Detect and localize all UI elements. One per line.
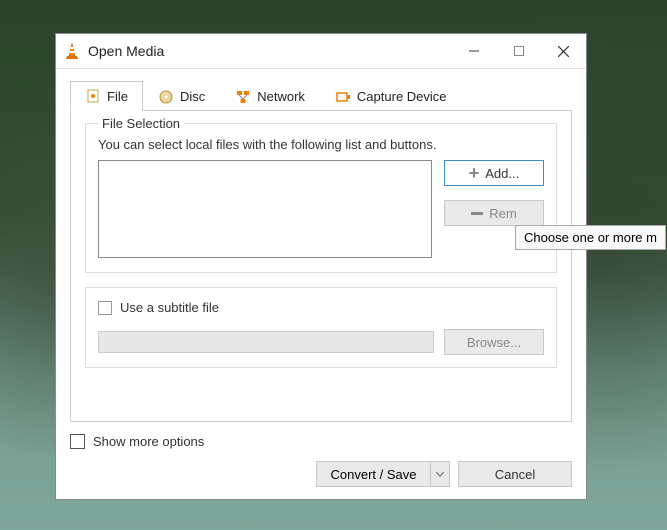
subtitle-group: Use a subtitle file Browse... xyxy=(85,287,557,368)
chevron-down-icon xyxy=(436,472,444,477)
tab-content-file: File Selection You can select local file… xyxy=(70,110,572,422)
plus-icon: + xyxy=(469,164,480,182)
tab-bar: File Disc Network Capture Device xyxy=(70,81,572,111)
minus-icon xyxy=(471,212,483,215)
subtitle-path-input[interactable] xyxy=(98,331,434,353)
remove-label: Rem xyxy=(489,206,516,221)
vlc-icon xyxy=(64,42,80,60)
tab-label: Network xyxy=(257,89,305,104)
add-button[interactable]: + Add... xyxy=(444,160,544,186)
remove-button[interactable]: Rem xyxy=(444,200,544,226)
show-more-checkbox[interactable] xyxy=(70,434,85,449)
file-icon xyxy=(85,88,101,104)
convert-save-button[interactable]: Convert / Save xyxy=(316,461,450,487)
tab-file[interactable]: File xyxy=(70,81,143,111)
convert-dropdown-arrow[interactable] xyxy=(430,461,450,487)
network-icon xyxy=(235,89,251,105)
tab-disc[interactable]: Disc xyxy=(143,81,220,111)
minimize-button[interactable] xyxy=(451,36,496,66)
dialog-footer: Show more options Convert / Save Cancel xyxy=(56,422,586,499)
tab-label: Disc xyxy=(180,89,205,104)
subtitle-label: Use a subtitle file xyxy=(120,300,219,315)
tooltip: Choose one or more m xyxy=(515,225,666,250)
maximize-button[interactable] xyxy=(496,36,541,66)
show-more-label: Show more options xyxy=(93,434,204,449)
tab-label: Capture Device xyxy=(357,89,447,104)
tab-label: File xyxy=(107,89,128,104)
subtitle-checkbox[interactable] xyxy=(98,301,112,315)
tab-capture[interactable]: Capture Device xyxy=(320,81,462,111)
tab-network[interactable]: Network xyxy=(220,81,320,111)
window-title: Open Media xyxy=(88,43,164,59)
file-instruction: You can select local files with the foll… xyxy=(98,137,544,152)
open-media-dialog: Open Media File xyxy=(55,33,587,500)
file-list[interactable] xyxy=(98,160,432,258)
file-selection-legend: File Selection xyxy=(98,116,184,131)
cancel-label: Cancel xyxy=(495,467,535,482)
capture-icon xyxy=(335,89,351,105)
convert-label: Convert / Save xyxy=(331,467,417,482)
browse-button[interactable]: Browse... xyxy=(444,329,544,355)
close-button[interactable] xyxy=(541,36,586,66)
file-selection-group: File Selection You can select local file… xyxy=(85,123,557,273)
titlebar: Open Media xyxy=(56,34,586,69)
disc-icon xyxy=(158,89,174,105)
tooltip-text: Choose one or more m xyxy=(524,230,657,245)
add-label: Add... xyxy=(485,166,519,181)
cancel-button[interactable]: Cancel xyxy=(458,461,572,487)
browse-label: Browse... xyxy=(467,335,521,350)
